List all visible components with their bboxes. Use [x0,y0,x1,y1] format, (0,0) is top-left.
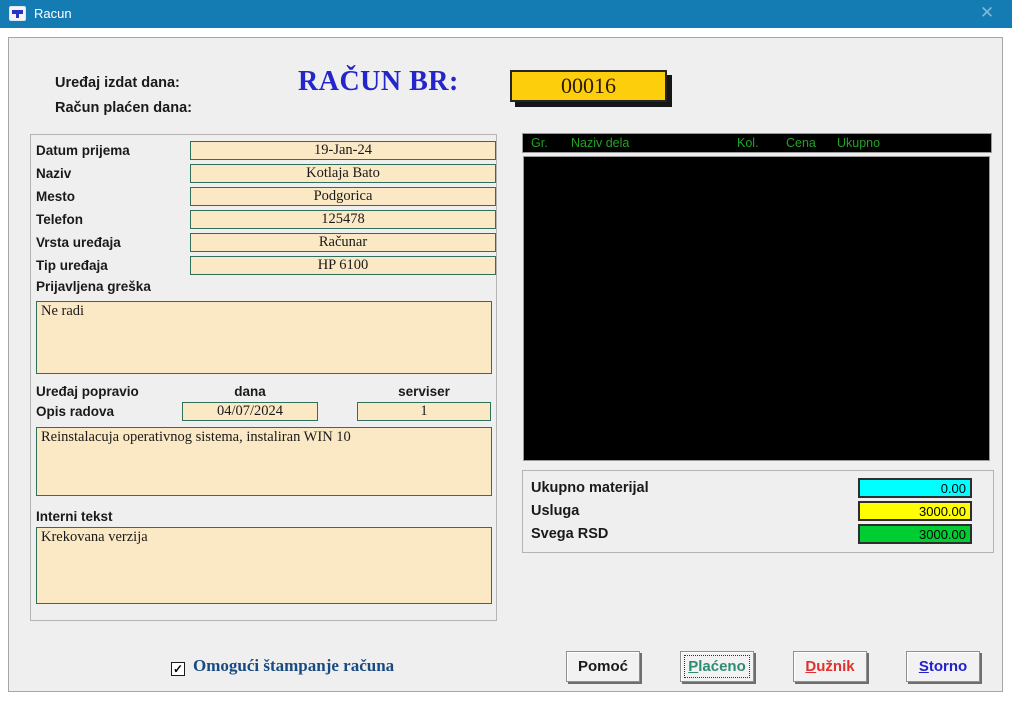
debtor-button-accel: D [805,658,816,675]
help-button[interactable]: Pomoć [566,651,640,682]
column-header-cena: Cena [786,136,816,150]
total-material-label: Ukupno materijal [531,480,649,496]
help-button-label: Pomoć [578,658,628,675]
paid-button-accel: P [688,658,698,675]
field-input-datum-prijema[interactable]: 19-Jan-24 [190,141,496,160]
field-label-vrsta-uredjaja: Vrsta uređaja [36,235,121,250]
totals-groupbox: Ukupno materijal 0.00 Usluga 3000.00 Sve… [522,470,994,553]
field-input-tip-uredjaja[interactable]: HP 6100 [190,256,496,275]
work-description-textarea[interactable]: Reinstalacuja operativnog sistema, insta… [36,427,492,496]
column-header-kol: Kol. [737,136,759,150]
items-list[interactable] [523,156,990,461]
items-table-header: Gr. Naziv dela Kol. Cena Ukupno [522,133,992,153]
column-header-gr: Gr. [531,136,548,150]
title-bar: Racun ✕ [0,0,1012,28]
internal-text-label: Interni tekst [36,509,113,524]
field-input-naziv[interactable]: Kotlaja Bato [190,164,496,183]
device-issued-label: Uređaj izdat dana: [55,75,180,91]
grand-total-label: Svega RSD [531,526,608,542]
debtor-button[interactable]: Dužnik [793,651,867,682]
reported-error-label: Prijavljena greška [36,279,151,294]
field-input-telefon[interactable]: 125478 [190,210,496,229]
print-invoice-checkbox-label[interactable]: Omogući štampanje računa [193,656,394,676]
cancel-button-label: torno [929,658,967,675]
invoice-paid-label: Račun plaćen dana: [55,100,192,116]
field-input-vrsta-uredjaja[interactable]: Računar [190,233,496,252]
invoice-number-box: 00016 [510,70,667,102]
debtor-button-label: užnik [816,658,854,675]
cancel-button[interactable]: Storno [906,651,980,682]
paid-button[interactable]: Plaćeno [680,651,754,682]
invoice-number-title: RAČUN BR: [298,66,459,98]
close-icon[interactable]: ✕ [972,0,1002,28]
service-total-value: 3000.00 [858,501,972,521]
internal-text-textarea[interactable]: Krekovana verzija [36,527,492,604]
column-header-ukupno: Ukupno [837,136,880,150]
field-label-naziv: Naziv [36,166,71,181]
technician-input[interactable]: 1 [357,402,491,421]
app-icon [9,6,26,21]
repaired-date-label: dana [182,384,318,399]
field-label-mesto: Mesto [36,189,75,204]
print-invoice-checkbox[interactable]: ✓ [171,662,185,676]
total-material-value: 0.00 [858,478,972,498]
field-input-mesto[interactable]: Podgorica [190,187,496,206]
repaired-by-label: Uređaj popravio [36,384,139,399]
field-label-datum-prijema: Datum prijema [36,143,130,158]
repaired-date-input[interactable]: 04/07/2024 [182,402,318,421]
service-total-label: Usluga [531,503,579,519]
paid-button-label: laćeno [698,658,746,675]
cancel-button-accel: S [919,658,929,675]
window-title: Racun [34,0,72,28]
work-description-label: Opis radova [36,404,114,419]
field-label-telefon: Telefon [36,212,83,227]
technician-label: serviser [357,384,491,399]
field-label-tip-uredjaja: Tip uređaja [36,258,108,273]
column-header-naziv: Naziv dela [571,136,629,150]
reported-error-textarea[interactable]: Ne radi [36,301,492,374]
app-icon-shape-stem [16,14,19,18]
grand-total-value: 3000.00 [858,524,972,544]
